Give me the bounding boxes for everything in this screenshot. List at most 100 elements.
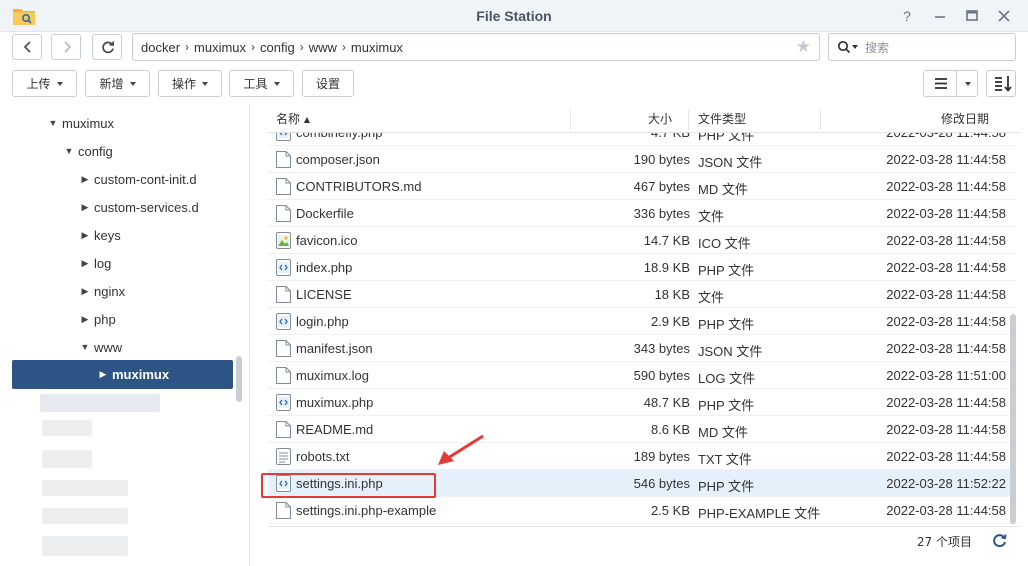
file-name: robots.txt (296, 449, 350, 464)
file-row[interactable]: composer.json 190 bytes JSON 文件 2022-03-28 … (268, 146, 1016, 173)
column-modified[interactable]: 修改日期 (941, 106, 989, 132)
file-row[interactable]: settings.ini.php-example 2.5 KB PHP-EXAMPL… (268, 497, 1016, 524)
file-type: PHP 文件 (698, 263, 755, 278)
search-input[interactable] (865, 39, 1005, 57)
collapsed-arrow-icon[interactable]: ▶ (78, 230, 92, 241)
search-box[interactable] (828, 33, 1016, 61)
expanded-arrow-icon[interactable]: ▼ (78, 342, 92, 352)
text-file-icon (276, 448, 291, 465)
action-label: 操作 (171, 77, 196, 91)
sidebar-scrollbar[interactable] (236, 356, 242, 402)
close-button[interactable] (993, 6, 1015, 26)
forward-button[interactable] (51, 34, 81, 60)
caret-down-icon (202, 81, 208, 86)
breadcrumb-muximux[interactable]: muximux (194, 40, 246, 55)
expanded-arrow-icon[interactable]: ▼ (62, 146, 76, 156)
tree-item-php[interactable]: ▶ php (78, 305, 116, 333)
column-size[interactable]: 大小 (648, 106, 672, 132)
collapsed-arrow-icon[interactable]: ▶ (78, 202, 92, 213)
collapsed-arrow-icon[interactable]: ▶ (78, 314, 92, 325)
file-row[interactable]: combinefly.php 4.7 KB PHP 文件 2022-03-28 11:… (268, 133, 1016, 146)
list-view-button[interactable] (923, 70, 957, 97)
tree-item-muximux[interactable]: ▼ muximux (46, 109, 114, 137)
help-button[interactable]: ? (896, 6, 918, 26)
column-divider[interactable] (820, 110, 821, 130)
collapsed-arrow-icon[interactable]: ▶ (78, 286, 92, 297)
breadcrumb-docker[interactable]: docker (141, 40, 180, 55)
refresh-path-button[interactable] (92, 34, 122, 60)
tools-label: 工具 (243, 77, 268, 91)
doc-file-icon (276, 367, 291, 384)
file-row[interactable]: robots.txt 189 bytes TXT 文件 2022-03-28 11:4… (268, 443, 1016, 470)
file-list-header: 名称 ▲ 大小 文件类型 修改日期 (268, 106, 1020, 133)
file-type: MD 文件 (698, 182, 748, 197)
collapsed-arrow-icon[interactable]: ▶ (78, 258, 92, 269)
upload-button[interactable]: 上传 (12, 70, 77, 97)
file-size: 2.5 KB (650, 503, 690, 518)
tree-item-log[interactable]: ▶ log (78, 249, 112, 277)
sort-button[interactable] (986, 70, 1016, 97)
file-modified-date: 2022-03-28 11:44:58 (886, 287, 1006, 302)
file-row[interactable]: muximux.php 48.7 KB PHP 文件 2022-03-28 11:44… (268, 389, 1016, 416)
breadcrumb-muximux-current[interactable]: muximux (351, 40, 403, 55)
breadcrumb-www[interactable]: www (309, 40, 337, 55)
breadcrumb-config[interactable]: config (260, 40, 295, 55)
file-size: 4.7 KB (598, 133, 690, 140)
favorite-star-icon[interactable]: ★ (796, 37, 811, 57)
tree-item-label: php (94, 311, 116, 327)
tree-item-www[interactable]: ▼ www (78, 333, 123, 361)
minimize-button[interactable] (929, 6, 951, 26)
file-name: combinefly.php (296, 133, 382, 140)
tree-item-custom-services[interactable]: ▶ custom-services.d (78, 193, 199, 221)
column-divider[interactable] (570, 110, 571, 130)
file-type: MD 文件 (698, 425, 748, 440)
breadcrumb-separator-icon: › (341, 40, 346, 54)
path-bar[interactable]: docker › muximux › config › www › muximu… (132, 33, 820, 61)
view-options-dropdown[interactable] (956, 70, 978, 97)
tree-item-custom-cont-init[interactable]: ▶ custom-cont-init.d (78, 165, 197, 193)
obscured-tree-item (42, 536, 128, 556)
expanded-arrow-icon[interactable]: ▼ (46, 118, 60, 128)
collapsed-arrow-icon[interactable]: ▶ (78, 174, 92, 185)
php-file-icon (276, 394, 291, 411)
tree-item-keys[interactable]: ▶ keys (78, 221, 121, 249)
collapsed-arrow-icon[interactable]: ▶ (96, 369, 110, 380)
file-size: 546 bytes (633, 476, 690, 491)
file-row[interactable]: login.php 2.9 KB PHP 文件 2022-03-28 11:44:58 (268, 308, 1016, 335)
column-name[interactable]: 名称 ▲ (276, 106, 310, 132)
create-button[interactable]: 新增 (85, 70, 150, 97)
file-name: favicon.ico (296, 233, 358, 248)
tree-item-config[interactable]: ▼ config (62, 137, 113, 165)
tree-item-label: config (78, 143, 113, 159)
tree-item-label: custom-services.d (94, 199, 199, 215)
file-row[interactable]: favicon.ico 14.7 KB ICO 文件 2022-03-28 11:44… (268, 227, 1016, 254)
file-modified-date: 2022-03-28 11:44:58 (886, 179, 1006, 194)
file-row[interactable]: muximux.log 590 bytes LOG 文件 2022-03-28 11:… (268, 362, 1016, 389)
tree-item-nginx[interactable]: ▶ nginx (78, 277, 126, 305)
file-type: PHP 文件 (698, 133, 755, 143)
file-size: 48.7 KB (643, 395, 690, 410)
file-row[interactable]: index.php 18.9 KB PHP 文件 2022-03-28 11:44:5… (268, 254, 1016, 281)
action-button[interactable]: 操作 (158, 70, 222, 97)
tree-item-muximux-selected[interactable]: ▶ muximux (12, 360, 233, 389)
obscured-tree-item (42, 450, 92, 468)
column-divider[interactable] (688, 110, 689, 130)
refresh-icon[interactable] (992, 532, 1008, 548)
file-list-scrollbar[interactable] (1010, 314, 1016, 524)
file-modified-date: 2022-03-28 11:44:58 (846, 133, 1006, 140)
search-icon[interactable] (837, 40, 859, 54)
file-size: 18.9 KB (643, 260, 690, 275)
breadcrumb-separator-icon: › (185, 40, 190, 54)
file-row[interactable]: README.md 8.6 KB MD 文件 2022-03-28 11:44:58 (268, 416, 1016, 443)
column-type[interactable]: 文件类型 (698, 106, 746, 132)
chevron-left-icon (23, 41, 31, 53)
maximize-button[interactable] (961, 6, 983, 26)
back-button[interactable] (12, 34, 42, 60)
file-row[interactable]: LICENSE 18 KB 文件 2022-03-28 11:44:58 (268, 281, 1016, 308)
settings-button[interactable]: 设置 (302, 70, 354, 97)
file-row[interactable]: manifest.json 343 bytes JSON 文件 2022-03-28 … (268, 335, 1016, 362)
tools-button[interactable]: 工具 (229, 70, 294, 97)
file-row[interactable]: CONTRIBUTORS.md 467 bytes MD 文件 2022-03-28 … (268, 173, 1016, 200)
file-row[interactable]: Dockerfile 336 bytes 文件 2022-03-28 11:44:58 (268, 200, 1016, 227)
item-count: 27 个项目 (916, 535, 972, 549)
